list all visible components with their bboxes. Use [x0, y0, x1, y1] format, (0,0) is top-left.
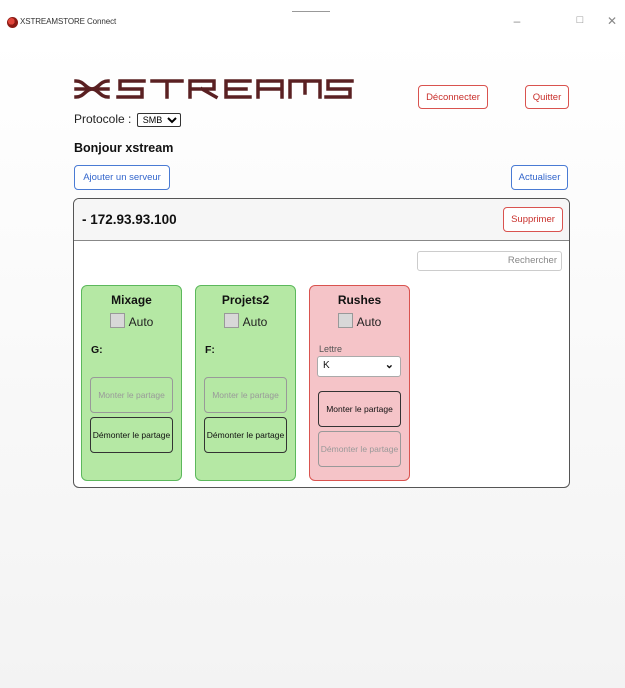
- greeting: Bonjour xstream: [74, 141, 174, 155]
- share-card-projets2: Projets2 Auto F: Monter le partage Démon…: [195, 285, 296, 481]
- titlebar-divider: [292, 11, 330, 12]
- share-name: Mixage: [111, 293, 152, 307]
- drive-letter: G:: [91, 344, 103, 356]
- letter-select[interactable]: K ⌄: [317, 356, 401, 377]
- window-titlebar: XSTREAMSTORE Connect – □ ✕: [0, 0, 625, 36]
- share-card-mixage: Mixage Auto G: Monter le partage Démonte…: [81, 285, 182, 481]
- letter-label: Lettre: [319, 344, 343, 354]
- server-title: - 172.93.93.100: [82, 212, 177, 227]
- disconnect-button[interactable]: Déconnecter: [418, 85, 488, 109]
- auto-toggle[interactable]: Auto: [310, 313, 409, 329]
- xstreamstore-logo: [74, 78, 379, 105]
- add-server-button[interactable]: Ajouter un serveur: [74, 165, 170, 190]
- server-header: - 172.93.93.100 Supprimer: [74, 199, 569, 241]
- minimize-icon[interactable]: –: [510, 14, 524, 28]
- unmount-button[interactable]: Démonter le partage: [204, 417, 287, 453]
- share-card-rushes: Rushes Auto Lettre K ⌄ Monter le partage…: [309, 285, 410, 481]
- logo-wordmark: [74, 79, 354, 100]
- auto-toggle[interactable]: Auto: [82, 313, 181, 329]
- search-input[interactable]: Rechercher: [417, 251, 562, 271]
- mount-button[interactable]: Monter le partage: [90, 377, 173, 413]
- close-icon[interactable]: ✕: [605, 14, 619, 28]
- auto-label: Auto: [128, 315, 154, 329]
- protocol-select[interactable]: SMB: [136, 113, 181, 127]
- quit-button[interactable]: Quitter: [525, 85, 569, 109]
- window-title: XSTREAMSTORE Connect: [20, 17, 117, 26]
- share-name: Rushes: [337, 293, 382, 307]
- auto-checkbox[interactable]: [337, 313, 353, 328]
- unmount-button[interactable]: Démonter le partage: [90, 417, 173, 453]
- delete-server-button[interactable]: Supprimer: [503, 207, 563, 232]
- drive-letter: F:: [205, 344, 215, 356]
- unmount-button[interactable]: Démonter le partage: [318, 431, 401, 467]
- protocol-row: Protocole : SMB: [74, 112, 181, 127]
- server-panel: - 172.93.93.100 Supprimer Rechercher Mix…: [73, 198, 570, 488]
- refresh-button[interactable]: Actualiser: [511, 165, 568, 190]
- auto-label: Auto: [242, 315, 268, 329]
- chevron-down-icon: ⌄: [384, 359, 394, 371]
- auto-checkbox[interactable]: [223, 313, 239, 328]
- auto-checkbox[interactable]: [109, 313, 125, 328]
- maximize-icon[interactable]: □: [573, 14, 587, 26]
- protocol-label: Protocole :: [74, 112, 132, 126]
- auto-toggle[interactable]: Auto: [196, 313, 295, 329]
- mount-button[interactable]: Monter le partage: [204, 377, 287, 413]
- share-name: Projets2: [221, 293, 270, 307]
- mount-button[interactable]: Monter le partage: [318, 391, 401, 427]
- app-icon: [7, 17, 18, 28]
- auto-label: Auto: [356, 315, 382, 329]
- letter-value: K: [323, 360, 330, 371]
